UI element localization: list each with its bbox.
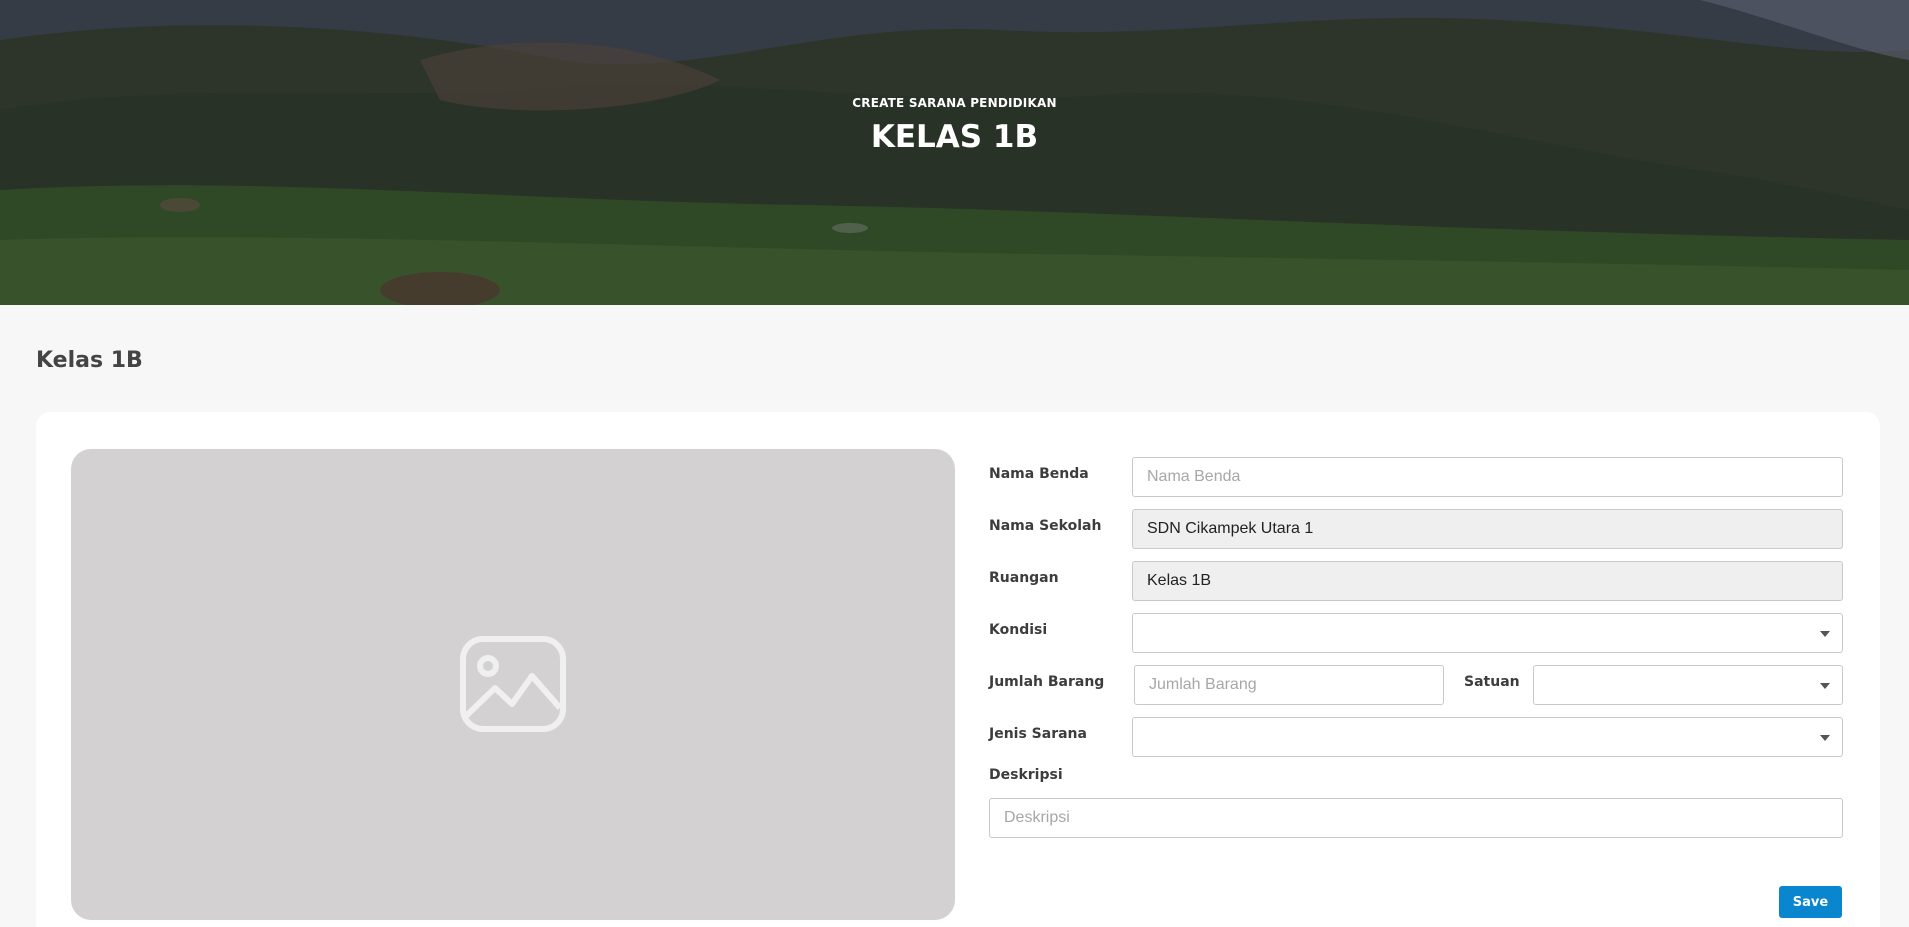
hero-title: KELAS 1B xyxy=(870,119,1039,155)
jenis-sarana-label: Jenis Sarana xyxy=(989,726,1087,742)
satuan-label: Satuan xyxy=(1464,674,1520,690)
nama-sekolah-label: Nama Sekolah xyxy=(989,518,1102,534)
image-placeholder-icon xyxy=(460,636,566,732)
deskripsi-input[interactable] xyxy=(989,798,1843,838)
nama-benda-input[interactable] xyxy=(1132,457,1843,497)
nama-benda-label: Nama Benda xyxy=(989,466,1089,482)
chevron-down-icon xyxy=(1820,631,1830,637)
chevron-down-icon xyxy=(1820,683,1830,689)
save-button[interactable]: Save xyxy=(1779,886,1842,918)
hero-banner: CREATE SARANA PENDIDIKAN KELAS 1B xyxy=(0,0,1909,305)
deskripsi-label: Deskripsi xyxy=(989,767,1063,783)
jenis-sarana-select[interactable] xyxy=(1132,717,1843,757)
jumlah-barang-label: Jumlah Barang xyxy=(989,674,1105,690)
ruangan-label: Ruangan xyxy=(989,570,1059,586)
ruangan-field: Kelas 1B xyxy=(1132,561,1843,601)
kondisi-select[interactable] xyxy=(1132,613,1843,653)
satuan-select[interactable] xyxy=(1533,665,1843,705)
image-upload-area[interactable] xyxy=(71,449,955,920)
jumlah-barang-input[interactable] xyxy=(1134,665,1444,705)
chevron-down-icon xyxy=(1820,735,1830,741)
kondisi-label: Kondisi xyxy=(989,622,1048,638)
nama-sekolah-field: SDN Cikampek Utara 1 xyxy=(1132,509,1843,549)
hero-subtitle: CREATE SARANA PENDIDIKAN xyxy=(852,96,1057,110)
page-title: Kelas 1B xyxy=(36,348,143,373)
